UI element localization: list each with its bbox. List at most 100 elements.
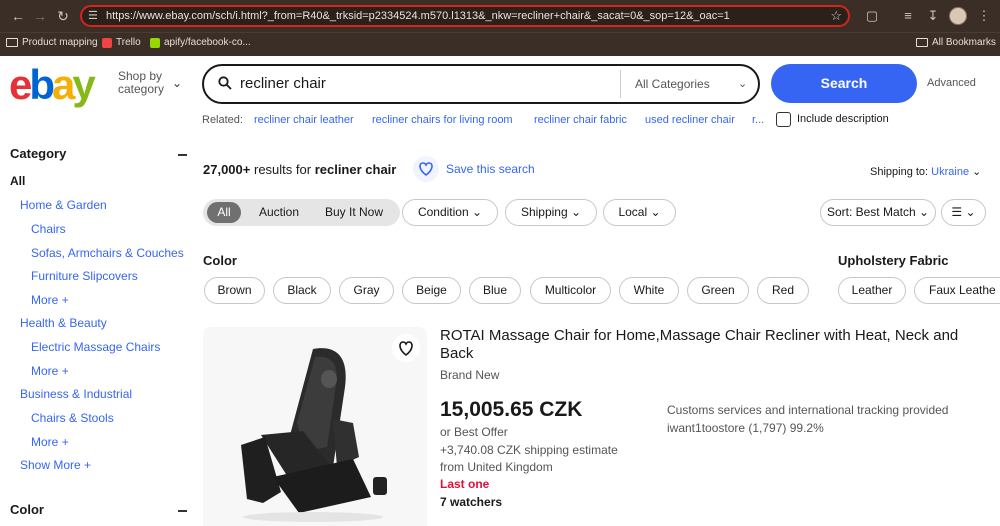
chevron-down-icon[interactable]: ⌄ — [172, 76, 182, 90]
listing-price: 15,005.65 CZK — [440, 398, 583, 421]
shop-by-line2: category — [118, 82, 165, 96]
bookmark-label: Trello — [116, 37, 141, 48]
shipping-to[interactable]: Shipping to: Ukraine ⌄ — [870, 165, 981, 178]
color-chip-multicolor[interactable]: Multicolor — [530, 277, 611, 304]
upholstery-chip-leather[interactable]: Leather — [838, 277, 906, 304]
menu-icon[interactable]: ⋮ — [976, 8, 992, 24]
reading-list-icon[interactable]: ≡ — [900, 8, 916, 24]
bookmark-star-icon[interactable]: ☆ — [830, 8, 842, 24]
category-health-beauty[interactable]: Health & Beauty — [20, 316, 107, 330]
chevron-down-icon: ⌄ — [571, 205, 582, 219]
tab-all[interactable]: All — [207, 202, 241, 223]
bookmark-product-mapping[interactable]: Product mapping — [6, 37, 98, 48]
shop-by-category[interactable]: Shop by category — [118, 70, 164, 96]
forward-icon[interactable]: → — [32, 8, 48, 24]
plus-icon: + — [61, 293, 69, 307]
heart-icon — [399, 341, 413, 357]
sort-dropdown[interactable]: Sort: Best Match ⌄ — [820, 199, 936, 226]
watch-button[interactable] — [392, 334, 420, 362]
chevron-down-icon: ⌄ — [972, 166, 982, 178]
plus-icon: + — [61, 364, 69, 378]
include-description-checkbox[interactable] — [776, 112, 791, 127]
color-chip-beige[interactable]: Beige — [402, 277, 461, 304]
folder-icon — [6, 38, 18, 47]
category-more[interactable]: More + — [31, 364, 69, 378]
color-chip-green[interactable]: Green — [687, 277, 749, 304]
local-label: Local — [618, 205, 648, 219]
category-sofas[interactable]: Sofas, Armchairs & Couches — [31, 246, 184, 260]
bookmark-trello[interactable]: Trello — [102, 37, 141, 48]
apify-icon — [150, 37, 160, 48]
color-chip-gray[interactable]: Gray — [339, 277, 394, 304]
profile-avatar[interactable] — [949, 7, 967, 25]
include-description-label: Include description — [797, 113, 889, 125]
related-link[interactable]: used recliner chair — [645, 114, 735, 126]
reload-icon[interactable]: ↻ — [55, 8, 71, 24]
plus-icon: + — [84, 458, 92, 472]
advanced-search-link[interactable]: Advanced — [927, 77, 976, 89]
save-search-link[interactable]: Save this search — [446, 162, 535, 176]
category-more[interactable]: More + — [31, 435, 69, 449]
address-bar[interactable]: ☰ https://www.ebay.com/sch/i.html?_from=… — [80, 5, 850, 27]
folder-icon — [916, 38, 928, 47]
category-title: Category — [10, 146, 67, 161]
bookmark-all[interactable]: All Bookmarks — [916, 37, 996, 48]
category-select[interactable]: All Categories — [635, 77, 710, 91]
category-chairs[interactable]: Chairs — [31, 222, 66, 236]
more-label: More — [31, 364, 59, 378]
more-label: More — [31, 435, 59, 449]
collapse-icon[interactable] — [178, 154, 187, 156]
color-chip-white[interactable]: White — [619, 277, 679, 304]
category-home-garden[interactable]: Home & Garden — [20, 198, 107, 212]
bookmark-label: apify/facebook-co... — [164, 37, 251, 48]
download-icon[interactable]: ↧ — [925, 8, 941, 24]
search-input[interactable] — [240, 75, 610, 92]
color-facet-title: Color — [203, 253, 237, 268]
related-link[interactable]: r... — [752, 114, 764, 126]
category-all[interactable]: All — [10, 174, 25, 188]
color-chip-black[interactable]: Black — [273, 277, 331, 304]
related-link[interactable]: recliner chair leather — [254, 114, 354, 126]
bookmark-apify[interactable]: apify/facebook-co... — [150, 37, 251, 48]
chevron-down-icon: ⌄ — [965, 205, 976, 219]
local-dropdown[interactable]: Local ⌄ — [603, 199, 676, 226]
tab-buy-it-now[interactable]: Buy It Now — [318, 199, 390, 226]
color-chip-red[interactable]: Red — [757, 277, 809, 304]
ebay-logo[interactable]: ebay — [9, 62, 96, 108]
chevron-down-icon: ⌄ — [918, 205, 930, 219]
category-massage-chairs[interactable]: Electric Massage Chairs — [31, 340, 160, 354]
related-link[interactable]: recliner chairs for living room — [372, 114, 513, 126]
listing-watchers: 7 watchers — [440, 495, 503, 509]
search-icon — [218, 76, 232, 90]
upholstery-facet-title: Upholstery Fabric — [838, 253, 949, 268]
view-toggle[interactable]: ☰ ⌄ — [941, 199, 986, 226]
related-label: Related: — [202, 114, 243, 126]
related-link[interactable]: recliner chair fabric — [534, 114, 627, 126]
collapse-icon[interactable] — [178, 510, 187, 512]
color-chip-brown[interactable]: Brown — [204, 277, 265, 304]
listing-location: from United Kingdom — [440, 460, 553, 474]
listing-shipping: +3,740.08 CZK shipping estimate — [440, 443, 618, 457]
back-icon[interactable]: ← — [10, 8, 26, 24]
condition-dropdown[interactable]: Condition ⌄ — [402, 199, 498, 226]
category-business[interactable]: Business & Industrial — [20, 387, 132, 401]
more-label: More — [31, 293, 59, 307]
color-chip-blue[interactable]: Blue — [469, 277, 521, 304]
search-button[interactable]: Search — [771, 64, 917, 103]
show-more-label: Show More — [20, 458, 81, 472]
listing-condition: Brand New — [440, 368, 500, 382]
listing-title[interactable]: ROTAI Massage Chair for Home,Massage Cha… — [440, 327, 980, 363]
upholstery-chip-faux-leather[interactable]: Faux Leathe — [914, 277, 1000, 304]
extensions-icon[interactable]: ▢ — [864, 8, 880, 24]
shipping-label: Shipping to: — [870, 166, 929, 178]
category-more[interactable]: More + — [31, 293, 69, 307]
save-search-heart[interactable] — [413, 156, 439, 182]
category-chairs-stools[interactable]: Chairs & Stools — [31, 411, 114, 425]
site-settings-icon[interactable]: ☰ — [88, 10, 100, 22]
category-show-more[interactable]: Show More + — [20, 458, 91, 472]
category-slipcovers[interactable]: Furniture Slipcovers — [31, 269, 138, 283]
shipping-label: Shipping — [520, 205, 568, 219]
chevron-down-icon[interactable]: ⌄ — [738, 77, 747, 90]
tab-auction[interactable]: Auction — [250, 199, 308, 226]
shipping-dropdown[interactable]: Shipping ⌄ — [505, 199, 597, 226]
